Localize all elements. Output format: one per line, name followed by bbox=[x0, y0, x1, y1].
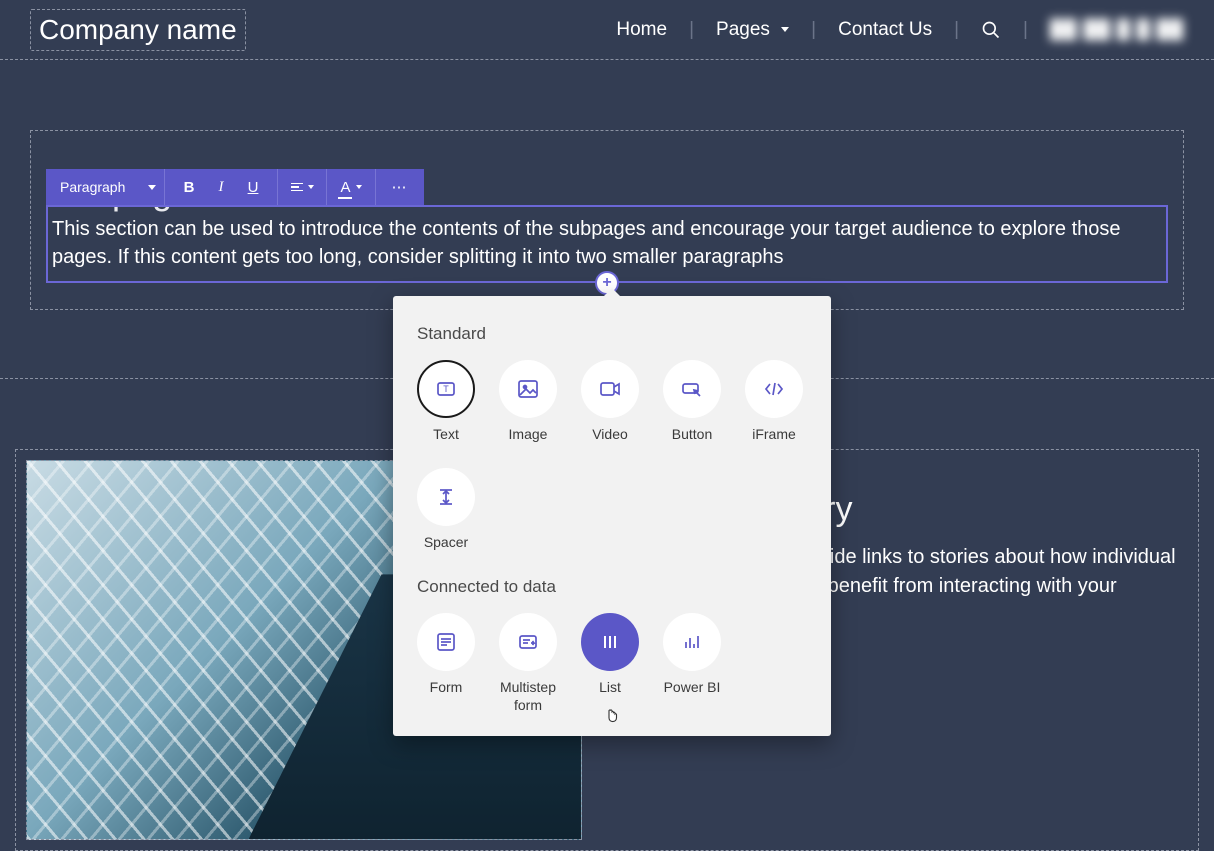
standard-section-label: Standard bbox=[417, 324, 807, 344]
component-label: Video bbox=[581, 426, 639, 444]
font-color-icon: A bbox=[340, 179, 350, 196]
component-video[interactable]: Video bbox=[581, 360, 639, 444]
component-multistep-form[interactable]: Multistep form bbox=[499, 613, 557, 714]
component-label: Spacer bbox=[417, 534, 475, 552]
list-icon bbox=[581, 613, 639, 671]
hero-text-editor[interactable]: This section can be used to introduce th… bbox=[46, 205, 1168, 283]
text-icon: T bbox=[417, 360, 475, 418]
component-image[interactable]: Image bbox=[499, 360, 557, 444]
component-label: Form bbox=[417, 679, 475, 697]
component-spacer[interactable]: Spacer bbox=[417, 468, 475, 552]
component-list[interactable]: List bbox=[581, 613, 639, 714]
spacer-icon bbox=[417, 468, 475, 526]
chevron-down-icon bbox=[308, 185, 314, 189]
hero-section: Subpage one Paragraph B I U A bbox=[30, 130, 1184, 310]
nav-pages-label: Pages bbox=[716, 19, 770, 40]
chevron-down-icon bbox=[148, 185, 156, 190]
svg-text:T: T bbox=[443, 384, 449, 394]
connected-section-label: Connected to data bbox=[417, 577, 807, 597]
standard-components-grid: T Text Image Video Button iFram bbox=[417, 360, 807, 551]
connected-components-grid: Form Multistep form List Power BI bbox=[417, 613, 807, 714]
hero-body-text: This section can be used to introduce th… bbox=[52, 218, 1121, 268]
button-icon bbox=[663, 360, 721, 418]
italic-button[interactable]: I bbox=[205, 169, 237, 205]
component-form[interactable]: Form bbox=[417, 613, 475, 714]
chevron-down-icon bbox=[781, 27, 789, 32]
component-picker-popup: Standard T Text Image Video Button bbox=[393, 296, 831, 736]
component-text[interactable]: T Text bbox=[417, 360, 475, 444]
paragraph-style-select[interactable]: Paragraph bbox=[54, 179, 156, 195]
search-icon[interactable] bbox=[959, 20, 1023, 40]
multistep-form-icon bbox=[499, 613, 557, 671]
form-icon bbox=[417, 613, 475, 671]
component-label: Image bbox=[499, 426, 557, 444]
company-name[interactable]: Company name bbox=[30, 9, 246, 51]
user-profile[interactable]: ██ ██ █ █ ██ bbox=[1028, 19, 1184, 40]
component-button[interactable]: Button bbox=[663, 360, 721, 444]
bold-button[interactable]: B bbox=[173, 169, 205, 205]
more-options-button[interactable]: ⋯ bbox=[384, 169, 416, 205]
nav-home[interactable]: Home bbox=[594, 19, 689, 41]
nav-menu: Home | Pages | Contact Us | | ██ ██ █ █ … bbox=[594, 19, 1184, 41]
component-powerbi[interactable]: Power BI bbox=[663, 613, 721, 714]
text-editor-toolbar: Paragraph B I U A ⋯ bbox=[46, 169, 424, 205]
nav-contact[interactable]: Contact Us bbox=[816, 19, 954, 41]
image-icon bbox=[499, 360, 557, 418]
iframe-icon bbox=[745, 360, 803, 418]
top-navigation: Company name Home | Pages | Contact Us |… bbox=[0, 0, 1214, 60]
component-iframe[interactable]: iFrame bbox=[745, 360, 803, 444]
component-label: List bbox=[581, 679, 639, 697]
user-name-blurred: ██ ██ █ █ ██ bbox=[1050, 19, 1184, 40]
font-color-button[interactable]: A bbox=[335, 169, 367, 205]
paragraph-select-input[interactable]: Paragraph bbox=[54, 179, 144, 195]
nav-pages[interactable]: Pages bbox=[694, 19, 811, 41]
component-label: Button bbox=[663, 426, 721, 444]
component-label: Multistep form bbox=[499, 679, 557, 714]
video-icon bbox=[581, 360, 639, 418]
component-label: Text bbox=[417, 426, 475, 444]
align-left-icon bbox=[291, 183, 303, 192]
underline-button[interactable]: U bbox=[237, 169, 269, 205]
component-label: iFrame bbox=[745, 426, 803, 444]
align-button[interactable] bbox=[286, 169, 318, 205]
powerbi-icon bbox=[663, 613, 721, 671]
chevron-down-icon bbox=[356, 185, 362, 189]
component-label: Power BI bbox=[663, 679, 721, 697]
